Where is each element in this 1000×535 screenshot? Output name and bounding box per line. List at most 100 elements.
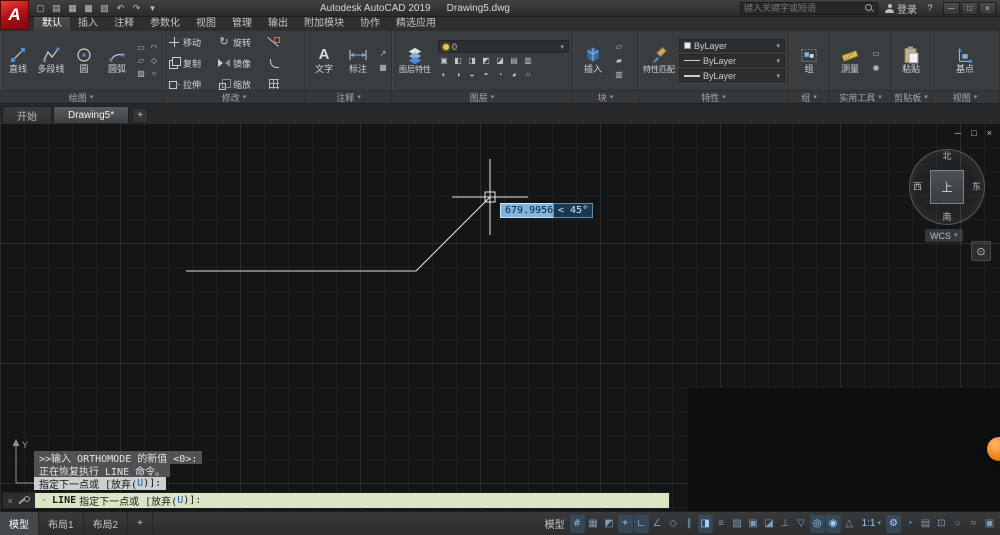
tool-paste[interactable]: 粘贴 (895, 46, 927, 74)
search-input[interactable] (744, 3, 862, 13)
status-dynamic-ucs[interactable]: ⊥ (778, 515, 793, 533)
status-workspace[interactable]: ⚙ (886, 514, 901, 533)
tool-copy[interactable]: 复制 (168, 57, 215, 70)
layer-tool-icon[interactable]: ◔ (494, 69, 506, 81)
status-selection-filter[interactable]: ▽ (794, 515, 809, 533)
file-tab-start[interactable]: 开始 (2, 106, 52, 123)
tool-rotate[interactable]: ↻ 旋转 (218, 36, 265, 49)
layer-tool-icon[interactable]: ◪ (494, 55, 506, 67)
draw-mini-tool-icon[interactable]: ▭ (135, 42, 147, 54)
annotate-mini-tool-icon[interactable]: ↗ (377, 48, 389, 60)
tool-dimension[interactable]: 标注 (342, 46, 374, 74)
draw-mini-tool-icon[interactable]: ▨ (135, 68, 147, 80)
status-graphics-performance[interactable]: ≈ (966, 515, 981, 533)
draw-mini-tool-icon[interactable]: ◇ (148, 55, 160, 67)
viewport-restore-icon[interactable]: □ (971, 129, 976, 138)
command-customize-icon[interactable] (17, 495, 31, 507)
tool-stretch[interactable]: 拉伸 (168, 78, 215, 91)
viewcube-south[interactable]: 南 (942, 213, 951, 222)
layout-tab-model[interactable]: 模型 (0, 512, 39, 535)
layout-tab-layout1[interactable]: 布局1 (39, 512, 84, 535)
panel-label-modify[interactable]: 修改 ▾ (163, 90, 305, 103)
status-quick-properties[interactable]: ▤ (918, 515, 933, 533)
draw-mini-tool-icon[interactable]: ○ (148, 68, 160, 80)
tool-text[interactable]: A 文字 (309, 46, 339, 74)
qat-open-file[interactable]: ▤ (50, 3, 63, 14)
command-close-icon[interactable]: × (8, 496, 13, 506)
status-isodraft[interactable]: ◇ (666, 515, 681, 533)
layer-dropdown[interactable]: 0 ▾ (438, 40, 569, 53)
qat-save-file[interactable]: ▦ (66, 3, 79, 14)
ribbon-tab-插入[interactable]: 插入 (70, 17, 106, 31)
annotation-scale-button[interactable]: 1:1 ▾ (857, 518, 886, 529)
panel-label-properties[interactable]: 特性 ▾ (639, 90, 788, 103)
panel-label-utilities[interactable]: 实用工具 ▾ (830, 90, 891, 103)
status-polar-tracking[interactable]: ∠ (650, 515, 665, 533)
layer-tool-icon[interactable]: ◓ (480, 69, 492, 81)
status-transparency[interactable]: ▨ (730, 515, 745, 533)
command-input[interactable]: - LINE 指定下一点或 [放弃(U)]: (35, 493, 669, 508)
navigation-bar[interactable]: ⊙ (971, 241, 991, 261)
minimize-button[interactable]: ─ (943, 1, 960, 15)
new-drawing-button[interactable]: + (132, 108, 149, 123)
panel-label-groups[interactable]: 组 ▾ (789, 90, 829, 103)
status-dynamic-input[interactable]: + (617, 514, 633, 533)
tool-measure[interactable]: 测量 (833, 46, 867, 74)
status-gizmo[interactable]: ◎ (809, 514, 825, 533)
layer-tool-icon[interactable]: ◐ (438, 69, 450, 81)
draw-mini-tool-icon[interactable]: ◠ (148, 42, 160, 54)
layer-tool-icon[interactable]: ▣ (438, 55, 450, 67)
layer-tool-icon[interactable]: ○ (522, 69, 534, 81)
dynamic-input-length[interactable]: 679.9956 (500, 203, 559, 218)
status-isolate-objects[interactable]: ○ (950, 515, 965, 533)
annotate-mini-tool-icon[interactable]: ▦ (377, 62, 389, 74)
layout-tab-new-layout[interactable]: + (128, 512, 153, 535)
status-lock-ui[interactable]: ⊡ (934, 515, 949, 533)
status-autoscale[interactable]: △ (842, 515, 857, 533)
qat-new-file[interactable]: ▢ (34, 3, 47, 14)
block-mini-tool-icon[interactable]: ▱ (613, 41, 625, 53)
ribbon-tab-附加模块[interactable]: 附加模块 (296, 17, 352, 31)
ribbon-tab-精选应用[interactable]: 精选应用 (388, 17, 444, 31)
tool-move[interactable]: 移动 (168, 36, 215, 49)
status-ortho[interactable]: ∟ (633, 514, 649, 533)
file-tab-drawing5[interactable]: Drawing5* (53, 106, 130, 123)
status-osnap-tracking[interactable]: ∥ (682, 515, 697, 533)
tool-array[interactable] (268, 78, 292, 90)
viewcube-top-face[interactable]: 上 (930, 170, 964, 204)
layer-tool-icon[interactable]: ▥ (522, 55, 534, 67)
layer-tool-icon[interactable]: ◕ (508, 69, 520, 81)
block-mini-tool-icon[interactable]: ▥ (613, 69, 625, 81)
layout-tab-layout2[interactable]: 布局2 (84, 512, 129, 535)
layer-tool-icon[interactable]: ◨ (466, 55, 478, 67)
application-menu-button[interactable]: A (0, 0, 29, 30)
search-box[interactable] (740, 1, 878, 15)
viewcube-west[interactable]: 西 (913, 182, 922, 192)
status-clean-screen[interactable]: ▣ (982, 515, 997, 533)
maximize-button[interactable]: □ (961, 1, 978, 15)
panel-label-annotate[interactable]: 注释 ▾ (306, 90, 391, 103)
qat-undo[interactable]: ↶ (114, 3, 127, 14)
panel-label-clipboard[interactable]: 剪贴板 ▾ (892, 90, 930, 103)
block-mini-tool-icon[interactable]: ▰ (613, 55, 625, 67)
tool-layer-properties[interactable]: 图层特性 (395, 47, 435, 74)
layer-tool-icon[interactable]: ◑ (452, 69, 464, 81)
status-infer-constraints[interactable]: ◩ (602, 515, 617, 533)
linetype-dropdown[interactable]: ByLayer ▾ (679, 54, 785, 67)
utilities-mini-tool-icon[interactable]: ◉ (870, 62, 882, 74)
tool-base[interactable]: 基点 (945, 46, 985, 74)
status-3d-osnap[interactable]: ◪ (762, 515, 777, 533)
ribbon-tab-注释[interactable]: 注释 (106, 17, 142, 31)
status-lineweight[interactable]: ≡ (714, 515, 729, 533)
sign-in-button[interactable]: 登录 (885, 1, 917, 16)
close-button[interactable]: × (979, 1, 996, 15)
steering-wheel-icon[interactable]: ⊙ (976, 245, 985, 258)
viewport-minimize-icon[interactable]: ─ (955, 129, 961, 138)
qat-save-as[interactable]: ▩ (82, 3, 95, 14)
tool-scale[interactable]: 缩放 (218, 78, 265, 90)
panel-label-block[interactable]: 块 ▾ (573, 90, 638, 103)
status-grid[interactable]: # (569, 514, 585, 533)
tool-group[interactable]: 组 (792, 46, 826, 74)
tool-insert-block[interactable]: 插入 (576, 46, 610, 74)
color-dropdown[interactable]: ByLayer ▾ (679, 39, 785, 52)
